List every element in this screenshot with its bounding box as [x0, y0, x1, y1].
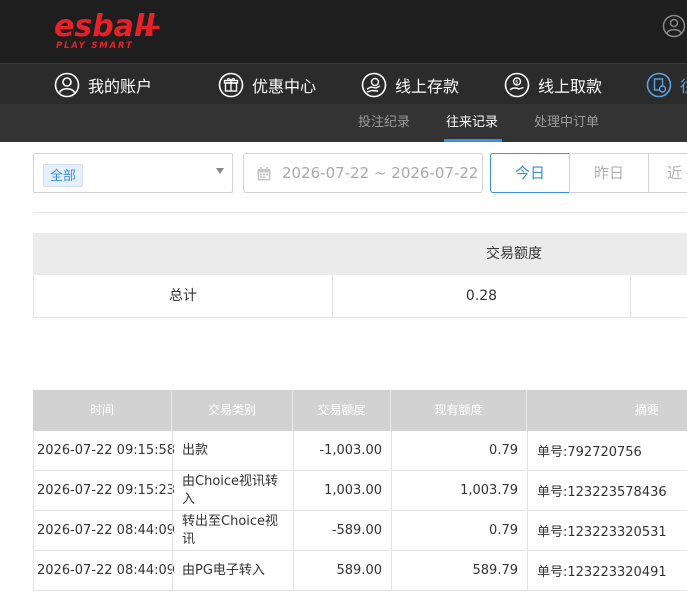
cell-divider — [293, 431, 294, 470]
gift-icon — [218, 72, 244, 98]
table-row: 2026-07-22 08:44:09 转出至Choice视讯 -589.00 … — [33, 511, 687, 551]
range-today-button[interactable]: 今日 — [490, 153, 570, 193]
cell-divider — [293, 471, 294, 510]
main-nav: 我的账户 优惠中心 线上存款 $ 线上取款 往 — [0, 63, 687, 104]
cell-note: 单号:123223320531 — [537, 525, 667, 540]
cell-divider — [293, 511, 294, 550]
svg-text:PLAY SMART: PLAY SMART — [56, 41, 133, 51]
cell-divider — [527, 431, 528, 470]
nav-promotions[interactable]: 优惠中心 — [218, 64, 316, 105]
table-row: 2026-07-22 09:15:23 由Choice视讯转入 1,003.00… — [33, 471, 687, 511]
cell-balance: 0.79 — [489, 443, 518, 458]
calendar-icon — [256, 166, 272, 182]
summary-total-row: 总计 0.28 — [33, 275, 687, 318]
cell-divider — [172, 431, 173, 470]
nav-label: 优惠中心 — [252, 76, 317, 96]
user-circle-icon — [54, 72, 80, 98]
cell-amount: 1,003.00 — [324, 483, 382, 498]
cell-amount: -1,003.00 — [319, 443, 382, 458]
cell-divider — [527, 471, 528, 510]
tab-pending-orders[interactable]: 处理中订单 — [534, 104, 599, 142]
summary-cell-divider — [630, 275, 631, 317]
column-header-note: 摘要 — [634, 403, 659, 417]
summary-header-label: 交易额度 — [486, 246, 542, 262]
svg-text:+: + — [139, 10, 162, 43]
category-select[interactable]: 全部 — [33, 153, 233, 193]
summary-total-label: 总计 — [169, 288, 197, 304]
summary-header: 交易额度 — [33, 233, 687, 275]
active-tab-indicator — [444, 139, 502, 142]
cell-divider — [391, 431, 392, 470]
date-range-value: 2026-07-22 ~ 2026-07-22 — [282, 164, 479, 182]
cell-time: 2026-07-22 09:15:58 — [37, 443, 176, 458]
cell-time: 2026-07-22 09:15:23 — [37, 483, 176, 498]
cell-note: 单号:792720756 — [537, 445, 642, 460]
date-range-picker[interactable]: 2026-07-22 ~ 2026-07-22 — [243, 153, 483, 193]
app-root: esball + PLAY SMART 我的账户 优惠中心 线上存款 $ 线上取… — [0, 0, 687, 594]
records-icon — [646, 72, 672, 98]
cell-time: 2026-07-22 08:44:09 — [37, 563, 176, 578]
cell-note: 单号:123223578436 — [537, 485, 667, 500]
cell-balance: 1,003.79 — [460, 483, 518, 498]
summary-total-value: 0.28 — [465, 288, 498, 304]
nav-label: 我的账户 — [88, 76, 153, 96]
tab-bet-records[interactable]: 投注纪录 — [358, 104, 410, 142]
nav-records[interactable]: 往 — [646, 64, 687, 105]
cell-divider — [172, 471, 173, 510]
cell-divider — [391, 511, 392, 550]
nav-my-account[interactable]: 我的账户 — [54, 64, 152, 105]
cell-divider — [293, 551, 294, 590]
nav-label: 线上取款 — [538, 76, 603, 96]
cell-time: 2026-07-22 08:44:09 — [37, 523, 176, 538]
user-profile-icon[interactable] — [662, 14, 686, 38]
cell-divider — [527, 511, 528, 550]
cell-amount: 589.00 — [336, 563, 383, 578]
nav-label: 往 — [680, 73, 687, 97]
cell-type: 出款 — [182, 442, 209, 458]
cell-amount: -589.00 — [331, 523, 382, 538]
cell-type: 由Choice视讯转入 — [182, 473, 279, 507]
cell-divider — [391, 551, 392, 590]
nav-label: 线上存款 — [395, 76, 460, 96]
cell-divider — [172, 551, 173, 590]
table-row: 2026-07-22 08:44:09 由PG电子转入 589.00 589.7… — [33, 551, 687, 591]
range-yesterday-button[interactable]: 昨日 — [569, 153, 649, 193]
dropdown-arrow-icon — [216, 168, 224, 174]
nav-online-deposit[interactable]: 线上存款 — [361, 64, 459, 105]
cell-divider — [172, 511, 173, 550]
cell-balance: 589.79 — [472, 563, 519, 578]
cell-divider — [527, 551, 528, 590]
cell-note: 单号:123223320491 — [537, 565, 667, 580]
esball-logo[interactable]: esball + PLAY SMART — [52, 6, 164, 52]
column-header-amount: 交易额度 — [317, 403, 366, 417]
column-header-type: 交易类别 — [207, 403, 256, 417]
withdraw-hand-icon: $ — [504, 72, 530, 98]
sub-nav: 投注纪录 往来记录 处理中订单 — [0, 104, 687, 142]
deposit-hand-icon — [361, 72, 387, 98]
table-row: 2026-07-22 09:15:58 出款 -1,003.00 0.79 单号… — [33, 431, 687, 471]
divider — [33, 212, 687, 213]
range-recent-button[interactable]: 近 — [648, 153, 687, 193]
column-header-time: 时间 — [89, 403, 114, 417]
tab-transaction-records[interactable]: 往来记录 — [446, 104, 498, 142]
cell-type: 由PG电子转入 — [182, 562, 265, 578]
records-table-header: 时间 交易类别 交易额度 现有额度 摘要 — [33, 390, 687, 431]
svg-text:$: $ — [515, 79, 518, 85]
nav-online-withdraw[interactable]: $ 线上取款 — [504, 64, 602, 105]
column-header-balance: 现有额度 — [434, 403, 483, 417]
top-header: esball + PLAY SMART — [0, 0, 687, 63]
cell-divider — [391, 471, 392, 510]
cell-type: 转出至Choice视讯 — [182, 513, 279, 547]
selected-category-tag: 全部 — [43, 164, 84, 187]
cell-balance: 0.79 — [489, 523, 518, 538]
